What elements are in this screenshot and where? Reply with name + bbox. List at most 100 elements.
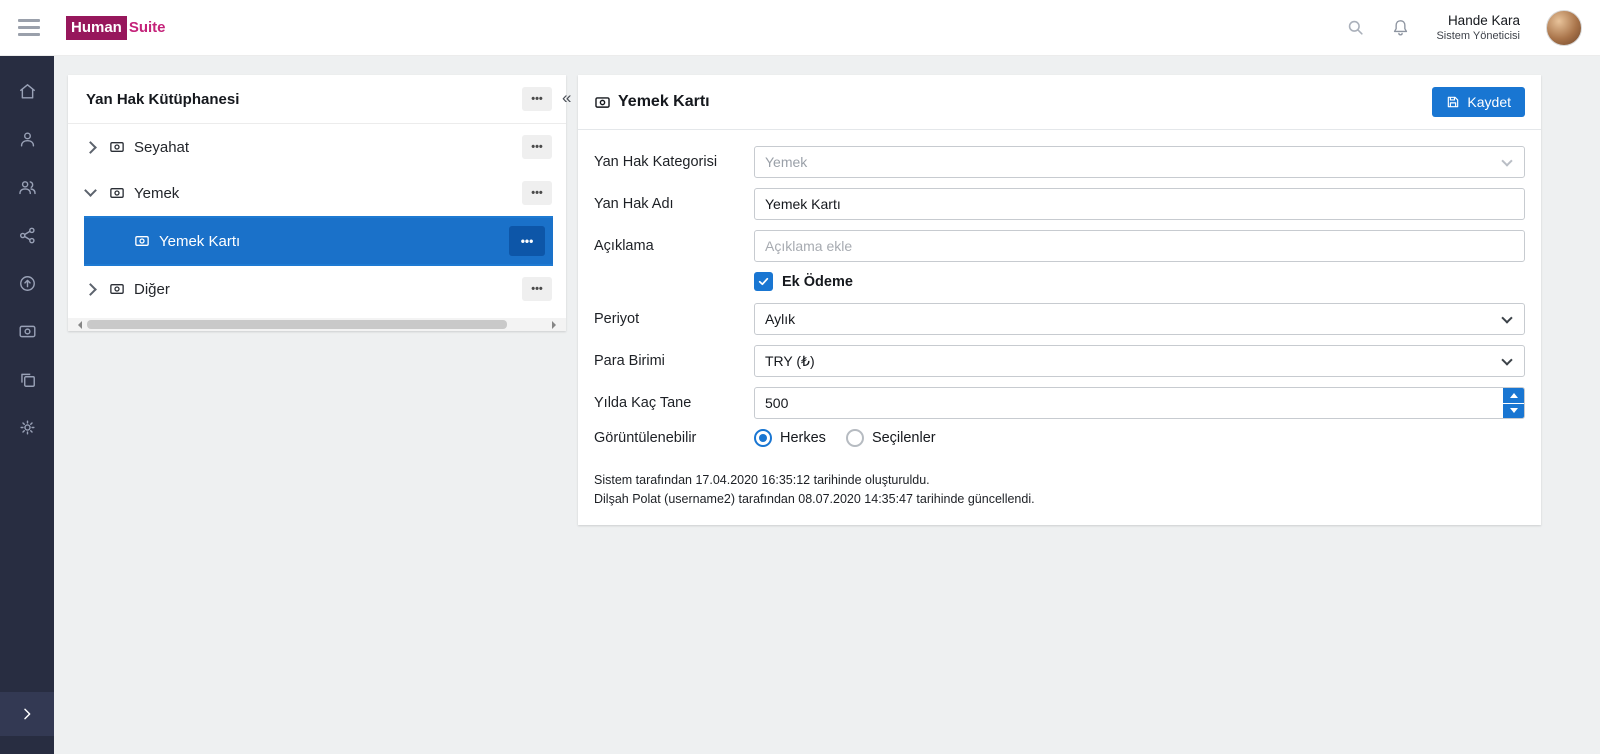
benefit-card-icon xyxy=(109,139,125,155)
spinner-up-button[interactable] xyxy=(1503,388,1524,403)
notifications-bell-icon[interactable] xyxy=(1391,18,1410,37)
per-year-input[interactable] xyxy=(754,387,1525,419)
benefit-card-icon xyxy=(19,325,35,338)
topbar-actions: Hande Kara Sistem Yöneticisi xyxy=(1346,9,1582,46)
tree-item-yemek-karti-selected[interactable]: Yemek Kartı ••• xyxy=(84,216,553,266)
tree-item-diger[interactable]: Diğer ••• xyxy=(68,266,566,312)
main-content: Yan Hak Kütüphanesi ••• Seyahat ••• Yeme… xyxy=(54,56,1600,754)
name-label: Yan Hak Adı xyxy=(594,196,674,212)
chevron-right-icon[interactable] xyxy=(84,282,97,296)
radio-option-herkes[interactable]: Herkes xyxy=(754,429,826,447)
audit-updated-line: Dilşah Polat (username2) tarafından 08.0… xyxy=(594,491,1035,506)
app-logo[interactable]: Human Suite xyxy=(66,15,166,40)
benefit-card-icon xyxy=(109,281,125,297)
radio-unselected-icon xyxy=(845,429,864,447)
copy-icon xyxy=(20,373,35,387)
people-icon xyxy=(18,181,36,195)
arrow-down-icon xyxy=(1509,408,1518,417)
save-button-label: Kaydet xyxy=(1467,94,1511,110)
category-label: Yan Hak Kategorisi xyxy=(594,154,718,170)
radio-option-label: Herkes xyxy=(780,430,826,446)
form-row-extra-payment: Ek Ödeme xyxy=(594,272,1525,291)
avatar[interactable] xyxy=(1546,9,1582,46)
form-row-per-year: Yılda Kaç Tane xyxy=(594,387,1525,419)
sidebar-expand-button[interactable] xyxy=(0,692,54,736)
form-row-category: Yan Hak Kategorisi Yemek xyxy=(594,146,1525,178)
save-button[interactable]: Kaydet xyxy=(1432,87,1525,117)
period-select[interactable]: Aylık xyxy=(754,303,1525,335)
horizontal-scrollbar[interactable] xyxy=(68,318,566,331)
spinner-down-button[interactable] xyxy=(1503,403,1524,418)
chevron-right-icon[interactable] xyxy=(84,140,97,154)
currency-select[interactable]: TRY (₺) xyxy=(754,345,1525,377)
hamburger-menu-icon[interactable] xyxy=(18,19,40,36)
save-icon xyxy=(1448,96,1459,108)
per-year-stepper xyxy=(754,387,1525,419)
form-body: Yan Hak Kategorisi Yemek Yan Hak Adı Açı… xyxy=(578,130,1541,457)
upload-icon xyxy=(19,276,35,291)
sidebar-item-benefits[interactable] xyxy=(18,322,37,341)
form-row-period: Periyot Aylık xyxy=(594,303,1525,335)
tree-item-more-button[interactable]: ••• xyxy=(522,135,552,159)
visibility-radio-group: Herkes Seçilenler xyxy=(754,429,1525,447)
benefit-library-panel: Yan Hak Kütüphanesi ••• Seyahat ••• Yeme… xyxy=(68,75,566,331)
form-row-name: Yan Hak Adı xyxy=(594,188,1525,220)
radio-selected-icon xyxy=(754,429,772,447)
sidebar-item-people[interactable] xyxy=(18,178,37,197)
tree-item-label: Diğer xyxy=(134,280,170,298)
benefit-card-icon xyxy=(595,96,610,108)
chevron-right-icon xyxy=(24,708,31,720)
arrow-up-icon xyxy=(1509,389,1518,398)
tree-panel-title: Yan Hak Kütüphanesi xyxy=(86,90,240,108)
chevron-down-icon[interactable] xyxy=(84,184,97,197)
gear-icon xyxy=(19,420,35,435)
search-icon[interactable] xyxy=(1346,18,1365,37)
sidebar-item-person[interactable] xyxy=(18,130,37,149)
extra-payment-checkbox[interactable] xyxy=(754,272,773,291)
period-label: Periyot xyxy=(594,311,640,327)
tree-item-label: Yemek xyxy=(134,184,180,202)
sidebar-item-documents[interactable] xyxy=(18,370,37,389)
benefit-detail-panel: Yemek Kartı Kaydet Yan Hak Kategorisi Ye… xyxy=(578,75,1541,525)
audit-info: Sistem tarafından 17.04.2020 16:35:12 ta… xyxy=(578,457,1541,509)
tree-panel-header: Yan Hak Kütüphanesi ••• xyxy=(68,75,566,124)
sidebar-item-settings[interactable] xyxy=(18,418,37,437)
scroll-right-arrow-icon[interactable] xyxy=(552,320,560,329)
form-title-wrap: Yemek Kartı xyxy=(594,93,710,111)
currency-value: TRY (₺) xyxy=(765,352,815,369)
radio-option-secilenler[interactable]: Seçilenler xyxy=(845,429,936,447)
tree-item-label: Seyahat xyxy=(134,138,190,156)
audit-created-line: Sistem tarafından 17.04.2020 16:35:12 ta… xyxy=(594,473,930,487)
sidebar-item-organization[interactable] xyxy=(18,226,37,245)
sidebar-item-upload[interactable] xyxy=(18,274,37,293)
radio-option-label: Seçilenler xyxy=(871,430,936,446)
check-icon xyxy=(758,277,769,286)
tree-item-seyahat[interactable]: Seyahat ••• xyxy=(68,124,566,170)
tree-panel-more-button[interactable]: ••• xyxy=(522,87,552,111)
tree-item-yemek[interactable]: Yemek ••• xyxy=(68,170,566,216)
description-input[interactable] xyxy=(754,230,1525,262)
extra-payment-wrap: Ek Ödeme xyxy=(754,272,1525,291)
form-panel-header: Yemek Kartı Kaydet xyxy=(578,75,1541,130)
scrollbar-thumb[interactable] xyxy=(87,320,507,329)
user-role: Sistem Yöneticisi xyxy=(1436,30,1520,43)
sidebar-item-home[interactable] xyxy=(18,82,37,101)
form-row-currency: Para Birimi TRY (₺) xyxy=(594,345,1525,377)
logo-primary: Human xyxy=(66,15,127,40)
chevron-down-icon xyxy=(1501,312,1513,324)
tree-item-more-button[interactable]: ••• xyxy=(522,277,552,301)
user-name: Hande Kara xyxy=(1447,12,1520,28)
tree-item-more-button[interactable]: ••• xyxy=(522,181,552,205)
user-info: Hande Kara Sistem Yöneticisi xyxy=(1436,12,1520,44)
benefit-card-icon xyxy=(134,233,150,249)
logo-secondary: Suite xyxy=(128,19,166,36)
collapse-tree-panel-button[interactable]: « xyxy=(562,88,571,108)
period-value: Aylık xyxy=(765,311,796,327)
scroll-left-arrow-icon[interactable] xyxy=(74,320,82,329)
description-label: Açıklama xyxy=(594,238,654,254)
visibility-label: Görüntülenebilir xyxy=(594,430,697,446)
tree-item-more-button[interactable]: ••• xyxy=(509,226,545,256)
benefit-card-icon xyxy=(109,185,125,201)
name-input[interactable] xyxy=(754,188,1525,220)
category-select[interactable]: Yemek xyxy=(754,146,1525,178)
